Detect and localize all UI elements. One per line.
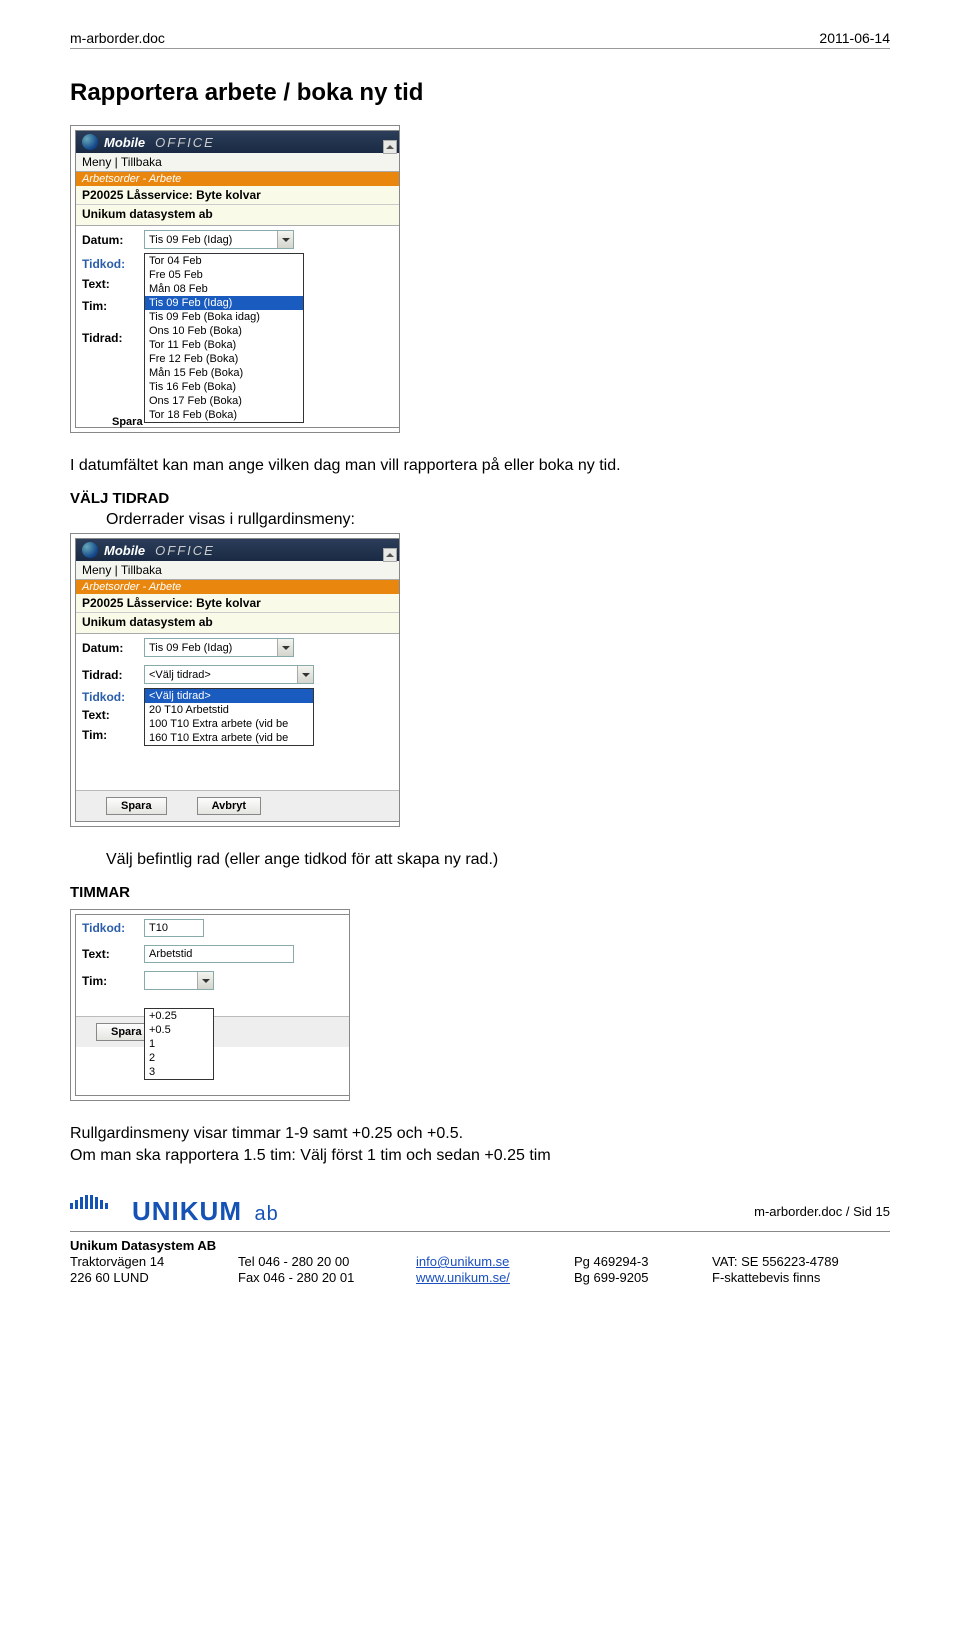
datum-label: Datum: (82, 233, 138, 247)
company-name: Unikum datasystem ab (76, 205, 399, 226)
chevron-down-icon (277, 639, 293, 656)
footer-company: Unikum Datasystem AB (70, 1238, 882, 1253)
screenshot-tidrad: Mobile OFFICE Meny | Tillbaka Arbetsorde… (70, 533, 400, 827)
tidrad-label: Tidrad: (82, 331, 138, 345)
page-ref: m-arborder.doc / Sid 15 (754, 1204, 890, 1219)
dd-item[interactable]: Tor 11 Feb (Boka) (145, 338, 303, 352)
datum-select[interactable]: Tis 09 Feb (Idag) (144, 230, 294, 249)
dd-item[interactable]: 160 T10 Extra arbete (vid be (145, 731, 313, 745)
mobile-office-header: Mobile OFFICE (76, 539, 399, 561)
avbryt-button[interactable]: Avbryt (197, 797, 261, 815)
dd-item[interactable]: Mån 15 Feb (Boka) (145, 366, 303, 380)
company-name: Unikum datasystem ab (76, 613, 399, 634)
footer-pg: Pg 469294-3 (574, 1254, 704, 1269)
footer-tel: Tel 046 - 280 20 00 (238, 1254, 408, 1269)
chevron-down-icon (297, 666, 313, 683)
datum-select[interactable]: Tis 09 Feb (Idag) (144, 638, 294, 657)
dd-item[interactable]: Tis 09 Feb (Idag) (145, 296, 303, 310)
doc-name: m-arborder.doc (70, 30, 165, 46)
tim-select[interactable] (144, 971, 214, 990)
tim-label: Tim: (82, 299, 107, 313)
dd-item[interactable]: 100 T10 Extra arbete (vid be (145, 717, 313, 731)
footer-bg: Bg 699-9205 (574, 1270, 704, 1285)
dd-item[interactable]: <Välj tidrad> (145, 689, 313, 703)
tidrad-select[interactable]: <Välj tidrad> (144, 665, 314, 684)
footer-fax: Fax 046 - 280 20 01 (238, 1270, 408, 1285)
scroll-up-icon (383, 140, 397, 154)
dd-item[interactable]: Tor 18 Feb (Boka) (145, 408, 303, 422)
footer-email[interactable]: info@unikum.se (416, 1254, 509, 1269)
job-title: P20025 Låsservice: Byte kolvar (76, 186, 399, 205)
valj-tidrad-heading: VÄLJ TIDRAD (70, 490, 890, 507)
footer-addr1: Traktorvägen 14 (70, 1254, 230, 1269)
text-label: Text: (82, 708, 110, 722)
dd-item[interactable]: 20 T10 Arbetstid (145, 703, 313, 717)
unikum-logo-text: UNIKUM ab (132, 1196, 279, 1227)
intro-text: I datumfältet kan man ange vilken dag ma… (70, 457, 890, 475)
dd-item[interactable]: 3 (145, 1065, 213, 1079)
scroll-up-icon (383, 548, 397, 562)
text-label: Text: (82, 277, 110, 291)
nav-links[interactable]: Meny | Tillbaka (76, 153, 399, 172)
dd-item[interactable]: Ons 10 Feb (Boka) (145, 324, 303, 338)
spara-button[interactable]: Spara (106, 797, 167, 815)
dd-item[interactable]: 1 (145, 1037, 213, 1051)
dd-item[interactable]: Mån 08 Feb (145, 282, 303, 296)
text-input[interactable]: Arbetstid (144, 945, 294, 963)
globe-icon (82, 134, 98, 150)
tidkod-label: Tidkod: (82, 921, 138, 935)
tidkod-label: Tidkod: (82, 257, 125, 271)
nav-links[interactable]: Meny | Tillbaka (76, 561, 399, 580)
breadcrumb: Arbetsorder - Arbete (76, 172, 399, 186)
valj-tidrad-text: Orderrader visas i rullgardinsmeny: (106, 511, 890, 529)
footer-addr2: 226 60 LUND (70, 1270, 230, 1285)
footer-fskatt: F-skattebevis finns (712, 1270, 882, 1285)
globe-icon (82, 542, 98, 558)
tim-dropdown[interactable]: +0.25 +0.5 1 2 3 (144, 1008, 214, 1080)
unikum-logo-icon (70, 1195, 122, 1227)
tidkod-label: Tidkod: (82, 690, 125, 704)
datum-dropdown[interactable]: Tor 04 Feb Fre 05 Feb Mån 08 Feb Tis 09 … (144, 253, 304, 423)
timmar-text2: Om man ska rapportera 1.5 tim: Välj förs… (70, 1147, 890, 1165)
dd-item[interactable]: Tis 09 Feb (Boka idag) (145, 310, 303, 324)
datum-label: Datum: (82, 641, 138, 655)
timmar-heading: TIMMAR (70, 884, 890, 901)
tim-label: Tim: (82, 728, 107, 742)
footer-vat: VAT: SE 556223-4789 (712, 1254, 882, 1269)
page-title: Rapportera arbete / boka ny tid (70, 79, 890, 107)
screenshot-timmar: Tidkod: T10 Text: Arbetstid Tim: +0.25 (70, 909, 350, 1101)
chevron-down-icon (197, 972, 213, 989)
screenshot-datum: Mobile OFFICE Meny | Tillbaka Arbetsorde… (70, 125, 400, 433)
after-tidrad-text: Välj befintlig rad (eller ange tidkod fö… (106, 851, 890, 869)
doc-date: 2011-06-14 (819, 30, 890, 46)
spara-partial: Spara (112, 416, 143, 428)
chevron-down-icon (277, 231, 293, 248)
dd-item[interactable]: Fre 12 Feb (Boka) (145, 352, 303, 366)
dd-item[interactable]: Ons 17 Feb (Boka) (145, 394, 303, 408)
dd-item[interactable]: +0.25 (145, 1009, 213, 1023)
dd-item[interactable]: +0.5 (145, 1023, 213, 1037)
tim-label: Tim: (82, 974, 138, 988)
dd-item[interactable]: Fre 05 Feb (145, 268, 303, 282)
text-label: Text: (82, 947, 138, 961)
dd-item[interactable]: Tis 16 Feb (Boka) (145, 380, 303, 394)
dd-item[interactable]: Tor 04 Feb (145, 254, 303, 268)
job-title: P20025 Låsservice: Byte kolvar (76, 594, 399, 613)
breadcrumb: Arbetsorder - Arbete (76, 580, 399, 594)
tidkod-input[interactable]: T10 (144, 919, 204, 937)
tidrad-label: Tidrad: (82, 668, 138, 682)
dd-item[interactable]: 2 (145, 1051, 213, 1065)
mobile-office-header: Mobile OFFICE (76, 131, 399, 153)
timmar-text1: Rullgardinsmeny visar timmar 1-9 samt +0… (70, 1125, 890, 1143)
footer-url[interactable]: www.unikum.se/ (416, 1270, 510, 1285)
tidrad-dropdown[interactable]: <Välj tidrad> 20 T10 Arbetstid 100 T10 E… (144, 688, 314, 746)
